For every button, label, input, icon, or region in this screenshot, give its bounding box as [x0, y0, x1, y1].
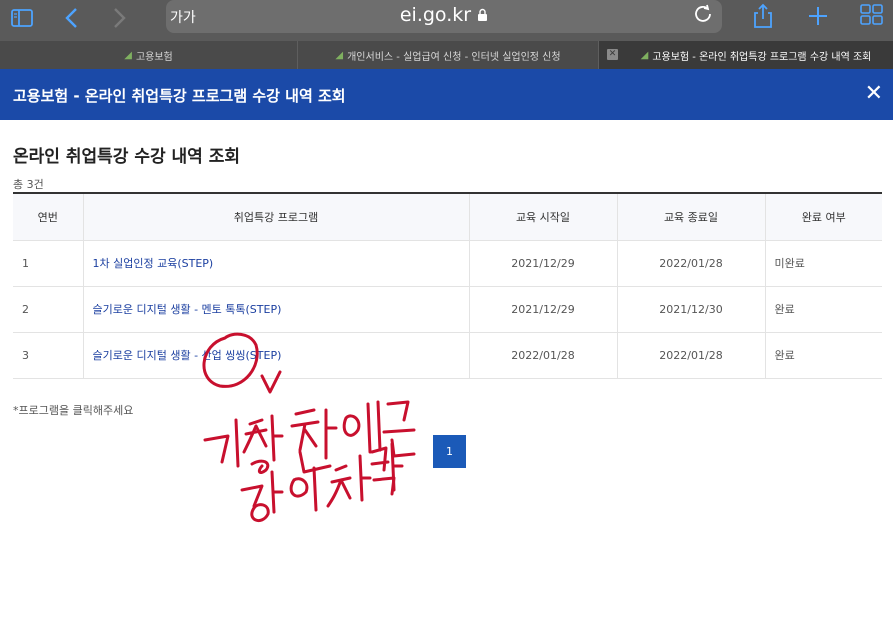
handwritten-annotation: [202, 332, 416, 523]
